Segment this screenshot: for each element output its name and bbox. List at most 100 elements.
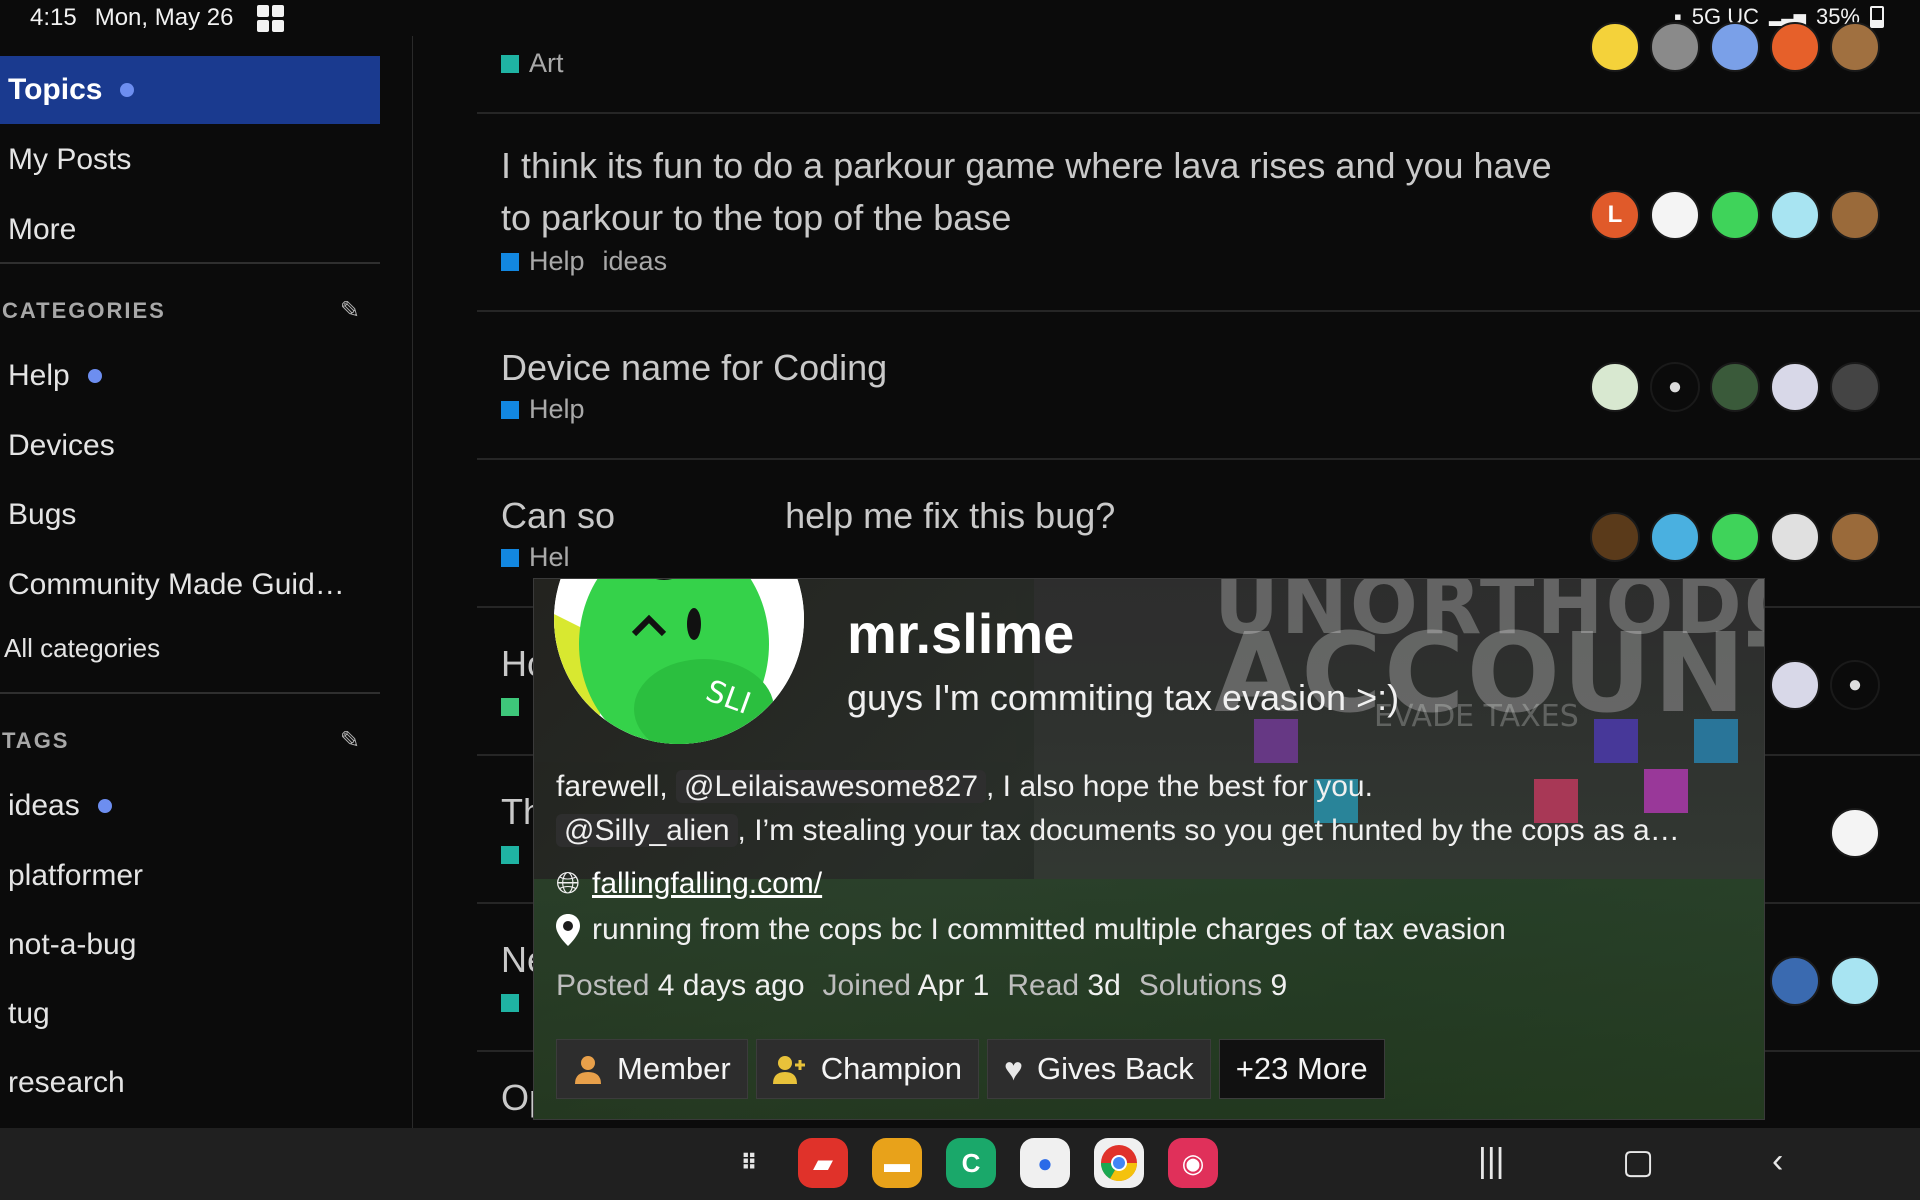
topic-meta: Help ideas bbox=[501, 246, 667, 277]
more-badges-button[interactable]: +23 More bbox=[1218, 1039, 1385, 1099]
mention-link[interactable]: @Silly_alien bbox=[556, 814, 738, 847]
sidebar-item-topics[interactable]: Topics bbox=[0, 56, 380, 124]
username[interactable]: mr.slime bbox=[847, 601, 1074, 666]
sidebar-item-all-categories[interactable]: All categories bbox=[0, 614, 380, 682]
stat-solutions: Solutions 9 bbox=[1138, 969, 1288, 1002]
topic-meta bbox=[501, 994, 519, 1012]
avatar[interactable] bbox=[1650, 190, 1700, 240]
sidebar-item-label: Help bbox=[8, 359, 70, 392]
sidebar-item-label: Community Made Guid… bbox=[8, 568, 345, 601]
edit-pencil-icon[interactable]: ✎ bbox=[340, 296, 362, 325]
avatar[interactable] bbox=[1650, 512, 1700, 562]
avatar[interactable] bbox=[1830, 956, 1880, 1006]
avatar[interactable] bbox=[1770, 660, 1820, 710]
category-swatch bbox=[501, 400, 519, 419]
sidebar-item-tag-platformer[interactable]: platformer bbox=[0, 842, 380, 910]
tag-label[interactable]: ideas bbox=[603, 246, 668, 277]
topic-title-right: help me fix this bug? bbox=[785, 495, 1116, 536]
badge-gives-back[interactable]: ♥ Gives Back bbox=[987, 1039, 1211, 1099]
sidebar-item-help[interactable]: Help bbox=[0, 342, 380, 410]
badge-label: Gives Back bbox=[1037, 1051, 1194, 1086]
website-row: 🌐︎ fallingfalling.com/ bbox=[556, 867, 822, 901]
sidebar-item-label: not-a-bug bbox=[8, 928, 137, 961]
avatar[interactable]: ● bbox=[1650, 362, 1700, 412]
camera-app-icon[interactable]: ◉ bbox=[1168, 1138, 1218, 1188]
badge-champion[interactable]: Champion bbox=[755, 1039, 980, 1099]
chrome-app-icon[interactable] bbox=[1094, 1138, 1144, 1188]
sidebar: Topics My Posts More CATEGORIES ✎ Help D… bbox=[0, 36, 413, 1128]
avatar[interactable] bbox=[1830, 808, 1880, 858]
apps-grid-icon[interactable]: ⠿ bbox=[724, 1138, 774, 1188]
avatar[interactable] bbox=[1710, 22, 1760, 72]
category-label[interactable]: Help bbox=[529, 394, 585, 425]
avatar[interactable] bbox=[1830, 512, 1880, 562]
category-label[interactable]: Hel bbox=[529, 542, 570, 573]
sidebar-item-tag-ideas[interactable]: ideas bbox=[0, 772, 380, 840]
topic-row[interactable]: I think its fun to do a parkour game whe… bbox=[477, 112, 1920, 312]
category-label[interactable]: Help bbox=[529, 246, 585, 277]
sidebar-item-tag-tug[interactable]: tug bbox=[0, 980, 380, 1048]
back-icon[interactable]: ‹ bbox=[1772, 1142, 1783, 1181]
topic-title[interactable]: Can so help me fix this bug? bbox=[501, 490, 1561, 542]
avatar[interactable] bbox=[1590, 362, 1640, 412]
avatar[interactable] bbox=[1770, 512, 1820, 562]
stat-joined: Joined Apr 1 bbox=[822, 969, 990, 1002]
categories-header[interactable]: CATEGORIES ✎ bbox=[2, 296, 362, 325]
avatar[interactable] bbox=[1770, 956, 1820, 1006]
badge-label: Champion bbox=[820, 1051, 963, 1086]
user-status: guys I'm commiting tax evasion >:) bbox=[847, 677, 1400, 718]
avatar[interactable] bbox=[1590, 512, 1640, 562]
avatar[interactable] bbox=[1830, 362, 1880, 412]
phone-app-icon[interactable]: C bbox=[946, 1138, 996, 1188]
recent-apps-icon[interactable]: ||| bbox=[1478, 1142, 1505, 1181]
website-link[interactable]: fallingfalling.com/ bbox=[592, 867, 822, 901]
notes-app-icon[interactable]: ▰ bbox=[798, 1138, 848, 1188]
avatar[interactable] bbox=[1830, 190, 1880, 240]
avatar[interactable]: L bbox=[1590, 190, 1640, 240]
sidebar-item-my-posts[interactable]: My Posts bbox=[0, 126, 380, 194]
category-swatch bbox=[501, 698, 519, 716]
sidebar-item-bugs[interactable]: Bugs bbox=[0, 481, 380, 549]
avatar[interactable] bbox=[1710, 190, 1760, 240]
user-card: UNORTHODOX ACCOUNTING EVADE TAXES SLI mr… bbox=[533, 578, 1765, 1120]
topic-meta: Help bbox=[501, 394, 585, 425]
badge-label: Member bbox=[617, 1051, 731, 1086]
sidebar-item-devices[interactable]: Devices bbox=[0, 412, 380, 480]
avatar[interactable]: ● bbox=[1830, 660, 1880, 710]
mention-link[interactable]: @Leilaisawesome827 bbox=[676, 770, 986, 803]
topic-row[interactable]: Art bbox=[477, 22, 1920, 112]
sidebar-item-tag-research[interactable]: research bbox=[0, 1049, 380, 1117]
avatar[interactable] bbox=[1710, 512, 1760, 562]
tags-header[interactable]: TAGS ✎ bbox=[2, 726, 362, 755]
sidebar-item-community-guides[interactable]: Community Made Guid… bbox=[0, 551, 380, 619]
avatar[interactable] bbox=[1590, 22, 1640, 72]
sidebar-item-more[interactable]: More bbox=[0, 196, 380, 264]
topic-title[interactable]: Device name for Coding bbox=[501, 342, 1561, 394]
topic-row[interactable]: Device name for Coding Help ● bbox=[477, 310, 1920, 460]
avatar[interactable] bbox=[1770, 362, 1820, 412]
background-subtext: EVADE TAXES bbox=[1374, 699, 1579, 734]
heart-icon: ♥ bbox=[1004, 1050, 1024, 1087]
avatar[interactable] bbox=[1710, 362, 1760, 412]
avatar[interactable] bbox=[1770, 22, 1820, 72]
sidebar-item-label: Devices bbox=[8, 429, 115, 462]
sidebar-item-label: research bbox=[8, 1066, 125, 1099]
sidebar-item-label: More bbox=[8, 213, 77, 246]
bio-text: , I’m stealing your tax documents so you… bbox=[737, 814, 1680, 847]
category-swatch bbox=[501, 548, 519, 567]
avatar[interactable] bbox=[1770, 190, 1820, 240]
topic-title[interactable]: I think its fun to do a parkour game whe… bbox=[501, 140, 1561, 244]
sidebar-item-tag-not-a-bug[interactable]: not-a-bug bbox=[0, 911, 380, 979]
topic-title-line: to parkour to the top of the base bbox=[501, 197, 1012, 238]
divider bbox=[0, 262, 380, 264]
bio-text: farewell, bbox=[556, 770, 677, 803]
files-app-icon[interactable]: ▬ bbox=[872, 1138, 922, 1188]
avatar[interactable] bbox=[1830, 22, 1880, 72]
edit-pencil-icon[interactable]: ✎ bbox=[340, 726, 362, 755]
person-plus-icon bbox=[772, 1056, 805, 1084]
messages-app-icon[interactable]: ● bbox=[1020, 1138, 1070, 1188]
avatar[interactable] bbox=[1650, 22, 1700, 72]
home-icon[interactable]: ▢ bbox=[1622, 1142, 1654, 1182]
badge-member[interactable]: Member bbox=[556, 1039, 748, 1099]
topic-category[interactable]: Art bbox=[501, 48, 564, 79]
